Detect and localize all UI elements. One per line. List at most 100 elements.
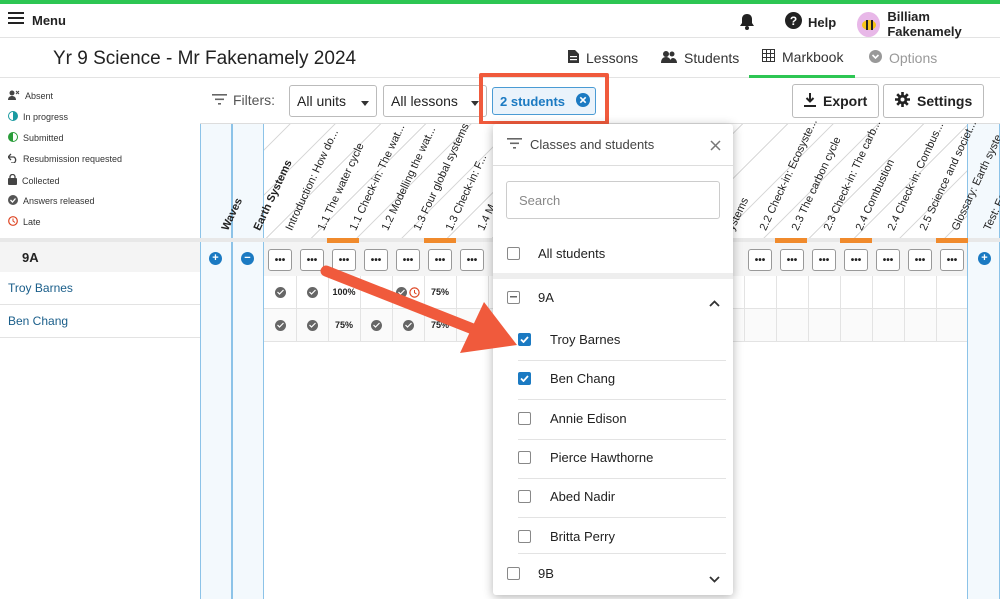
column-menu-button[interactable]: ••• bbox=[780, 249, 804, 271]
student-option[interactable]: Britta Perry bbox=[493, 527, 733, 545]
half-circle-teal-icon bbox=[8, 111, 18, 123]
filter-bar: Filters: All units All lessons 2 student… bbox=[200, 73, 1000, 125]
column-menu-button[interactable]: ••• bbox=[396, 249, 420, 271]
checkbox[interactable] bbox=[507, 246, 520, 260]
divider bbox=[518, 399, 726, 400]
expand-next-unit-button[interactable]: + bbox=[978, 252, 991, 265]
divider bbox=[518, 360, 726, 361]
tab-options[interactable]: Options bbox=[869, 38, 937, 78]
score-cell[interactable]: 100% bbox=[328, 285, 360, 299]
checkbox[interactable] bbox=[518, 489, 531, 503]
checkbox[interactable] bbox=[518, 411, 531, 425]
score-cell[interactable]: 75% bbox=[328, 318, 360, 332]
students-filter-chip[interactable]: 2 students bbox=[492, 87, 596, 115]
divider bbox=[518, 517, 726, 518]
student-option[interactable]: Troy Barnes bbox=[493, 330, 733, 348]
lessons-dropdown[interactable]: All lessons bbox=[383, 85, 487, 117]
column-menu-button[interactable]: ••• bbox=[940, 249, 964, 271]
caret-down-icon bbox=[361, 93, 369, 109]
column-menu-button[interactable]: ••• bbox=[876, 249, 900, 271]
grid-line bbox=[808, 276, 809, 342]
score-cell[interactable]: 75% bbox=[424, 318, 456, 332]
column-menu-button[interactable]: ••• bbox=[844, 249, 868, 271]
student-option[interactable]: Pierce Hawthorne bbox=[493, 448, 733, 466]
menu-button[interactable]: Menu bbox=[8, 12, 66, 28]
student-row-ben-chang[interactable]: Ben Chang bbox=[0, 305, 200, 338]
score-cell[interactable]: 75% bbox=[424, 285, 456, 299]
checked-checkbox[interactable] bbox=[518, 332, 531, 346]
student-row-troy-barnes[interactable]: Troy Barnes bbox=[0, 272, 200, 305]
column-menu-button[interactable]: ••• bbox=[268, 249, 292, 271]
tab-students[interactable]: Students bbox=[661, 38, 739, 78]
answers-released-icon bbox=[394, 285, 408, 299]
grid-line bbox=[296, 276, 297, 342]
caret-down-icon bbox=[471, 93, 479, 109]
answers-released-icon bbox=[272, 285, 288, 299]
grid-icon bbox=[762, 48, 775, 65]
dropdown-title: Classes and students bbox=[530, 137, 655, 152]
user-menu[interactable]: Billiam Fakenamely bbox=[857, 9, 1000, 39]
help-icon: ? bbox=[785, 12, 802, 32]
indeterminate-checkbox[interactable] bbox=[507, 290, 520, 304]
column-menu-button[interactable]: ••• bbox=[300, 249, 324, 271]
top-bar: Menu ? Help Billiam Fakenamely bbox=[0, 0, 1000, 39]
student-option[interactable]: Abed Nadir bbox=[493, 487, 733, 505]
answers-released-icon bbox=[400, 318, 416, 332]
class-option-9b[interactable]: 9B bbox=[493, 564, 733, 582]
expand-waves-button[interactable]: + bbox=[209, 252, 222, 265]
column-menu-button[interactable]: ••• bbox=[908, 249, 932, 271]
chevron-up-icon[interactable] bbox=[709, 294, 720, 312]
tab-markbook[interactable]: Markbook bbox=[749, 38, 855, 78]
chevron-down-icon[interactable] bbox=[709, 570, 720, 588]
student-option[interactable]: Ben Chang bbox=[493, 369, 733, 387]
column-menu-button[interactable]: ••• bbox=[332, 249, 356, 271]
all-students-option[interactable]: All students bbox=[493, 244, 733, 262]
answers-released-icon bbox=[304, 285, 320, 299]
bell-icon[interactable] bbox=[739, 13, 755, 35]
column-menu-button[interactable]: ••• bbox=[748, 249, 772, 271]
answers-released-icon bbox=[272, 318, 288, 332]
tab-label: Options bbox=[889, 50, 938, 66]
tab-label: Markbook bbox=[782, 48, 844, 65]
clear-icon[interactable] bbox=[576, 92, 591, 110]
settings-button[interactable]: Settings bbox=[883, 84, 985, 118]
grid-line bbox=[456, 276, 457, 342]
help-button[interactable]: ? Help bbox=[785, 12, 836, 32]
grid-line bbox=[936, 276, 937, 342]
search-input[interactable] bbox=[506, 181, 720, 219]
checkbox[interactable] bbox=[507, 566, 520, 580]
close-icon[interactable] bbox=[710, 138, 721, 156]
hamburger-icon bbox=[8, 12, 24, 28]
column-menu-button[interactable]: ••• bbox=[428, 249, 452, 271]
grid-line bbox=[840, 276, 841, 342]
grid-line bbox=[872, 276, 873, 342]
filter-icon bbox=[507, 137, 522, 152]
column-menu-button[interactable]: ••• bbox=[812, 249, 836, 271]
divider bbox=[518, 553, 726, 554]
units-dropdown[interactable]: All units bbox=[289, 85, 377, 117]
legend-in-progress: In progress bbox=[8, 111, 68, 123]
unit-band-earth-systems bbox=[232, 124, 264, 599]
tab-label: Students bbox=[684, 50, 740, 66]
progress-bar bbox=[936, 238, 968, 243]
column-menu-button[interactable]: ••• bbox=[460, 249, 484, 271]
class-option-9a[interactable]: 9A bbox=[493, 288, 733, 306]
clock-red-icon bbox=[407, 285, 421, 299]
student-option[interactable]: Annie Edison bbox=[493, 409, 733, 427]
checkbox[interactable] bbox=[518, 450, 531, 464]
column-menu-button[interactable]: ••• bbox=[364, 249, 388, 271]
progress-bar bbox=[840, 238, 872, 243]
answers-released-icon bbox=[368, 318, 384, 332]
checked-checkbox[interactable] bbox=[518, 371, 531, 385]
progress-bar bbox=[775, 238, 807, 243]
chevron-circle-icon bbox=[869, 50, 882, 66]
legend-absent: Absent bbox=[8, 90, 53, 102]
grid-line bbox=[776, 276, 777, 342]
collapse-earth-systems-button[interactable]: − bbox=[241, 252, 254, 265]
tab-lessons[interactable]: Lessons bbox=[568, 38, 638, 78]
page-title: Yr 9 Science - Mr Fakenamely 2024 bbox=[53, 48, 357, 69]
checkbox[interactable] bbox=[518, 529, 531, 543]
class-row-9a: 9A bbox=[0, 238, 200, 272]
answers-released-icon bbox=[304, 318, 320, 332]
export-button[interactable]: Export bbox=[792, 84, 880, 118]
